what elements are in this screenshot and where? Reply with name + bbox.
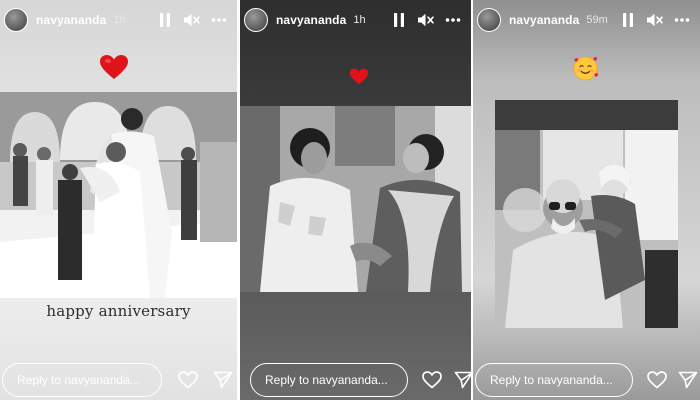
reply-input[interactable] <box>475 363 633 397</box>
story-caption: happy anniversary <box>46 302 191 320</box>
send-icon[interactable] <box>677 369 699 391</box>
send-icon[interactable] <box>453 369 471 391</box>
more-options-icon[interactable] <box>210 11 228 29</box>
heart-icon[interactable] <box>646 369 668 391</box>
story-header: navyananda 1h <box>0 6 237 34</box>
mute-icon[interactable] <box>183 11 201 29</box>
send-icon[interactable] <box>212 369 234 391</box>
reply-input[interactable] <box>2 363 162 397</box>
heart-icon[interactable] <box>177 369 199 391</box>
pause-icon[interactable] <box>156 11 174 29</box>
story-footer <box>473 363 700 397</box>
username[interactable]: navyananda <box>509 13 579 27</box>
username[interactable]: navyananda <box>36 13 106 27</box>
mute-icon[interactable] <box>646 11 664 29</box>
heart-icon[interactable] <box>421 369 443 391</box>
username[interactable]: navyananda <box>276 13 346 27</box>
heart-sticker <box>99 54 129 85</box>
smiling-face-with-hearts-icon <box>572 55 599 87</box>
more-options-icon[interactable] <box>673 11 691 29</box>
pause-icon[interactable] <box>619 11 637 29</box>
avatar[interactable] <box>477 8 501 32</box>
couple-photo <box>240 106 471 292</box>
pause-icon[interactable] <box>390 11 408 29</box>
family-photo <box>495 100 678 328</box>
story-panel-3: navyananda 59m <box>473 0 700 400</box>
timestamp: 59m <box>586 14 608 26</box>
avatar[interactable] <box>4 8 28 32</box>
wedding-photo <box>0 92 237 298</box>
heart-sticker <box>349 68 369 90</box>
story-panel-2: navyananda 1h <box>240 0 471 400</box>
reply-input[interactable] <box>250 363 408 397</box>
more-options-icon[interactable] <box>444 11 462 29</box>
avatar[interactable] <box>244 8 268 32</box>
story-footer <box>0 363 237 397</box>
story-header: navyananda 1h <box>240 6 471 34</box>
timestamp: 1h <box>113 14 126 26</box>
timestamp: 1h <box>353 14 366 26</box>
story-header: navyananda 59m <box>473 6 700 34</box>
story-footer <box>240 363 471 397</box>
story-panel-1: navyananda 1h happy anniversary Reply to… <box>0 0 237 400</box>
mute-icon[interactable] <box>417 11 435 29</box>
